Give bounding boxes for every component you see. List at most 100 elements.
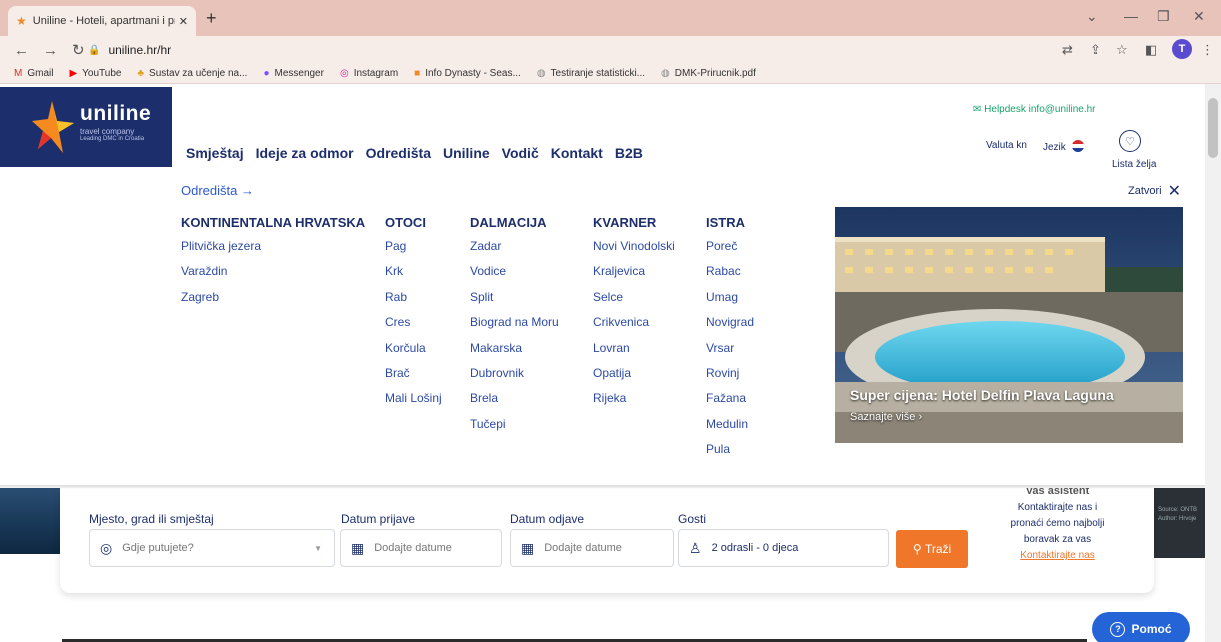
- checkout-label: Datum odjave: [510, 512, 585, 526]
- new-tab-button[interactable]: +: [206, 8, 217, 29]
- minimize-icon[interactable]: —: [1124, 8, 1138, 24]
- share-icon[interactable]: ⇪: [1090, 42, 1101, 58]
- destination-link[interactable]: Korčula: [385, 340, 442, 365]
- destinations-link[interactable]: Odredišta →: [181, 183, 254, 198]
- helpdesk-text: Helpdesk info@uniline.hr: [984, 104, 1096, 115]
- reload-icon[interactable]: ↻: [72, 41, 85, 59]
- destination-link[interactable]: Rab: [385, 289, 442, 314]
- scrollbar-thumb[interactable]: [1208, 98, 1218, 158]
- nav-uniline[interactable]: Uniline: [443, 145, 490, 161]
- destination-link[interactable]: Vodice: [470, 263, 559, 288]
- nav-b2b[interactable]: B2B: [615, 145, 643, 161]
- destination-column-heading[interactable]: ISTRA: [706, 215, 754, 238]
- destination-link[interactable]: Novi Vinodolski: [593, 238, 675, 263]
- uniline-logo[interactable]: uniline travel company Leading DMC in Cr…: [0, 87, 172, 167]
- destination-link[interactable]: Pag: [385, 238, 442, 263]
- scrollbar[interactable]: [1205, 84, 1221, 642]
- bookmark-item[interactable]: ◎ Instagram: [340, 68, 398, 79]
- bookmark-item[interactable]: ♣ Sustav za učenje na...: [137, 68, 247, 79]
- bookmark-item[interactable]: ◍ Testiranje statisticki...: [537, 68, 645, 79]
- profile-avatar[interactable]: T: [1172, 39, 1192, 59]
- destination-link[interactable]: Split: [470, 289, 559, 314]
- destination-link[interactable]: Rabac: [706, 263, 754, 288]
- place-input[interactable]: ◎ Gdje putujete? ▼: [89, 529, 335, 567]
- destination-link[interactable]: Mali Lošinj: [385, 390, 442, 415]
- maximize-icon[interactable]: ❐: [1157, 8, 1170, 25]
- destination-link[interactable]: Rijeka: [593, 390, 675, 415]
- guests-label: Gosti: [678, 512, 707, 526]
- promo-banner[interactable]: Super cijena: Hotel Delfin Plava Laguna …: [835, 207, 1183, 443]
- destination-link[interactable]: Zagreb: [181, 289, 365, 314]
- menu-kebab-icon[interactable]: ⋮: [1201, 42, 1214, 58]
- destination-column-heading[interactable]: KVARNER: [593, 215, 675, 238]
- destination-column-heading[interactable]: DALMACIJA: [470, 215, 559, 238]
- destination-link[interactable]: Umag: [706, 289, 754, 314]
- nav-smjestaj[interactable]: Smještaj: [186, 145, 244, 161]
- destination-link[interactable]: Krk: [385, 263, 442, 288]
- nav-ideje-za-odmor[interactable]: Ideje za odmor: [256, 145, 354, 161]
- browser-tab[interactable]: ★ Uniline - Hoteli, apartmani i priv ✕: [8, 6, 196, 36]
- destination-link[interactable]: Selce: [593, 289, 675, 314]
- nav-vodic[interactable]: Vodič: [502, 145, 539, 161]
- destination-link[interactable]: Opatija: [593, 365, 675, 390]
- bookmark-item[interactable]: ■ Info Dynasty - Seas...: [414, 68, 521, 79]
- bookmark-item[interactable]: ▶ YouTube: [69, 68, 121, 79]
- back-icon[interactable]: ←: [14, 42, 29, 59]
- assistant-text-2: pronaći ćemo najbolji: [1010, 518, 1105, 529]
- guests-input[interactable]: ♙ 2 odrasli - 0 djeca: [678, 529, 889, 567]
- bookmark-item[interactable]: ◍ DMK-Prirucnik.pdf: [661, 68, 756, 79]
- helpdesk-link[interactable]: ✉ Helpdesk info@uniline.hr: [973, 104, 1096, 115]
- destination-link[interactable]: Zadar: [470, 238, 559, 263]
- language-selector[interactable]: Jezik: [1043, 140, 1084, 153]
- translate-icon[interactable]: ⇄: [1062, 42, 1073, 58]
- forward-icon[interactable]: →: [43, 42, 58, 59]
- destination-link[interactable]: Lovran: [593, 340, 675, 365]
- destination-link[interactable]: Novigrad: [706, 314, 754, 339]
- bookmark-label: Gmail: [27, 68, 54, 79]
- destination-column-heading[interactable]: KONTINENTALNA HRVATSKA: [181, 215, 365, 238]
- destination-column-heading[interactable]: OTOCI: [385, 215, 442, 238]
- destination-link[interactable]: Brač: [385, 365, 442, 390]
- tab-search-icon[interactable]: ⌄: [1086, 8, 1098, 25]
- checkin-input[interactable]: ▦ Dodajte datume: [340, 529, 502, 567]
- destination-link[interactable]: Kraljevica: [593, 263, 675, 288]
- url-field[interactable]: 🔒 uniline.hr/hr: [88, 39, 1033, 61]
- bookmark-icon: ●: [263, 68, 270, 79]
- close-menu-button[interactable]: Zatvori ✕: [1128, 181, 1181, 201]
- destination-link[interactable]: Pula: [706, 441, 754, 466]
- destination-link[interactable]: Medulin: [706, 416, 754, 441]
- bookmark-item[interactable]: M Gmail: [14, 68, 53, 79]
- destination-link[interactable]: Cres: [385, 314, 442, 339]
- destination-link[interactable]: Rovinj: [706, 365, 754, 390]
- destination-link[interactable]: Varaždin: [181, 263, 365, 288]
- close-menu-label: Zatvori: [1128, 185, 1162, 197]
- close-tab-icon[interactable]: ✕: [179, 15, 188, 28]
- assistant-text-1: Kontaktirajte nas i: [1017, 502, 1098, 513]
- search-button[interactable]: ⚲ Traži: [896, 530, 968, 568]
- destination-link[interactable]: Poreč: [706, 238, 754, 263]
- destination-link[interactable]: Plitvička jezera: [181, 238, 365, 263]
- nav-odredista[interactable]: Odredišta: [366, 145, 431, 161]
- destination-link[interactable]: Tučepi: [470, 416, 559, 441]
- bookmark-star-icon[interactable]: ☆: [1116, 42, 1128, 58]
- help-button[interactable]: ? Pomoć: [1092, 612, 1190, 642]
- destination-link[interactable]: Brela: [470, 390, 559, 415]
- bookmark-item[interactable]: ● Messenger: [263, 68, 324, 79]
- destination-link[interactable]: Biograd na Moru: [470, 314, 559, 339]
- destination-link[interactable]: Fažana: [706, 390, 754, 415]
- destination-link[interactable]: Vrsar: [706, 340, 754, 365]
- destination-link[interactable]: Crikvenica: [593, 314, 675, 339]
- checkout-input[interactable]: ▦ Dodajte datume: [510, 529, 674, 567]
- guests-value: 2 odrasli - 0 djeca: [711, 542, 799, 554]
- contact-us-link[interactable]: Kontaktirajte nas: [985, 548, 1130, 564]
- heart-icon[interactable]: ♡: [1119, 130, 1141, 152]
- side-panel-icon[interactable]: ◧: [1145, 42, 1157, 58]
- promo-more-link[interactable]: Saznajte više ›: [850, 411, 922, 423]
- destination-link[interactable]: Dubrovnik: [470, 365, 559, 390]
- nav-kontakt[interactable]: Kontakt: [551, 145, 603, 161]
- croatian-flag-icon: [1071, 140, 1084, 152]
- close-window-icon[interactable]: ✕: [1193, 8, 1205, 25]
- destination-link[interactable]: Makarska: [470, 340, 559, 365]
- currency-selector[interactable]: Valuta kn: [986, 140, 1027, 151]
- wishlist-link[interactable]: Lista želja: [1112, 159, 1156, 170]
